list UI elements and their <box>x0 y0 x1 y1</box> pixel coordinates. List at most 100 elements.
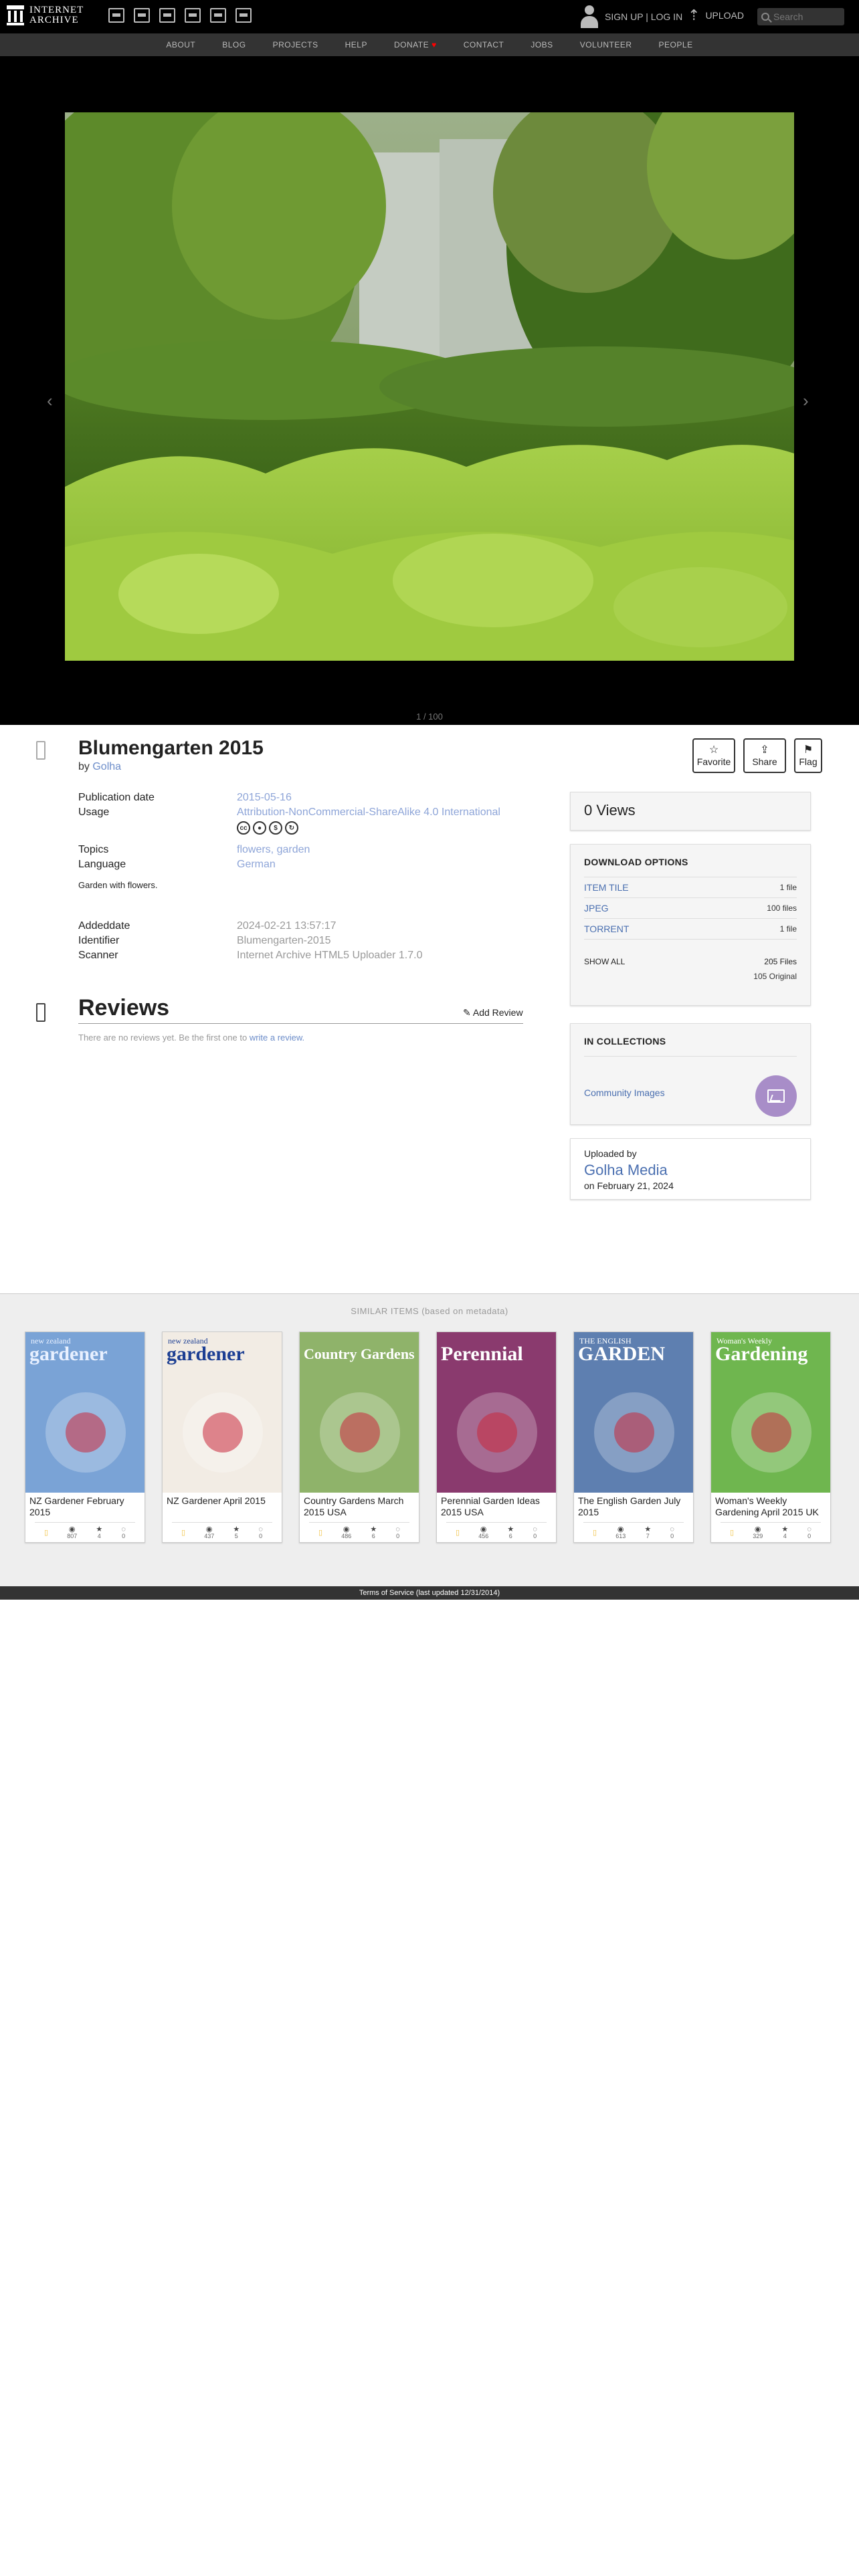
search-icon[interactable] <box>761 13 769 21</box>
magazine-cover[interactable]: new zealand gardener <box>25 1332 145 1493</box>
metadata-key: Language <box>78 859 126 870</box>
cc-nc-icon: $ <box>269 821 282 835</box>
nav-jobs[interactable]: JOBS <box>531 40 553 49</box>
eye-icon: ◉ <box>205 1525 213 1533</box>
magazine-cover[interactable]: new zealand gardener <box>163 1332 282 1493</box>
metadata-value[interactable]: 2015-05-16 <box>237 792 292 804</box>
next-image-button[interactable]: › <box>803 391 809 411</box>
comment-icon: ◌ <box>533 1525 537 1533</box>
cover-masthead: Gardening <box>715 1343 808 1365</box>
user-area[interactable]: SIGN UP | LOG IN <box>579 5 682 28</box>
book-icon: ▯ <box>318 1528 323 1537</box>
nav-people[interactable]: PEOPLE <box>659 40 693 49</box>
nav-about[interactable]: ABOUT <box>166 40 195 49</box>
image-viewer: ‹ › 1 / 100 <box>0 56 859 725</box>
metadata-value[interactable]: German <box>237 859 276 871</box>
metadata-row: Identifier Blumengarten-2015 <box>78 934 422 948</box>
texts-icon[interactable] <box>134 8 150 23</box>
similar-item-card[interactable]: THE ENGLISH GARDEN The English Garden July… <box>573 1331 694 1543</box>
metadata-key: Topics <box>78 844 109 855</box>
terms-link[interactable]: Terms of Service (last updated 12/31/201… <box>359 1589 500 1597</box>
metadata-key: Scanner <box>78 950 118 961</box>
nav-blog[interactable]: BLOG <box>222 40 246 49</box>
web-icon[interactable] <box>108 8 124 23</box>
eye-icon: ◉ <box>343 1525 350 1533</box>
flag-button[interactable]: ⚑ Flag <box>794 738 822 773</box>
signup-login-link[interactable]: SIGN UP | LOG IN <box>605 11 682 22</box>
search-input[interactable] <box>773 11 840 22</box>
favorite-button[interactable]: ☆ Favorite <box>692 738 735 773</box>
software-icon[interactable] <box>210 8 226 23</box>
logo-text: INTERNET ARCHIVE <box>29 5 84 25</box>
upload-button[interactable]: ⇡ UPLOAD <box>688 8 744 23</box>
card-stats: ▯ ◉ 456 ★ 6 ◌ 0 <box>446 1522 547 1542</box>
book-icon: ▯ <box>181 1528 186 1537</box>
collections-title: IN COLLECTIONS <box>584 1036 797 1057</box>
show-all-link[interactable]: SHOW ALL <box>584 957 625 966</box>
download-link[interactable]: JPEG <box>584 903 609 914</box>
media-type: ▯ <box>181 1529 185 1536</box>
uploader-link[interactable]: Golha Media <box>584 1162 797 1179</box>
cover-art-accent <box>66 1412 106 1453</box>
prev-image-button[interactable]: ‹ <box>47 391 53 411</box>
metadata-key: Usage <box>78 807 110 818</box>
item-description: Garden with flowers. <box>78 880 158 890</box>
metadata-row: Language German <box>78 857 513 872</box>
card-stats: ▯ ◉ 329 ★ 4 ◌ 0 <box>721 1522 821 1542</box>
similar-item-title[interactable]: Country Gardens March 2015 USA <box>300 1493 419 1522</box>
images-icon[interactable] <box>235 8 252 23</box>
collection-link[interactable]: Community Images <box>584 1087 665 1098</box>
similar-item-title[interactable]: Woman's Weekly Gardening April 2015 UK <box>711 1493 830 1522</box>
write-review-link[interactable]: write a review. <box>250 1033 304 1043</box>
metadata-extra: Addeddate 2024-02-21 13:57:17 Identifier Bl… <box>78 919 422 963</box>
similar-item-title[interactable]: NZ Gardener February 2015 <box>25 1493 145 1522</box>
magazine-cover[interactable]: Woman's Weekly Gardening <box>711 1332 830 1493</box>
item-actions: ☆ Favorite ⇪ Share ⚑ Flag <box>692 738 822 773</box>
star-icon: ★ <box>644 1525 652 1533</box>
magazine-cover[interactable]: THE ENGLISH GARDEN <box>574 1332 693 1493</box>
share-button[interactable]: ⇪ Share <box>743 738 786 773</box>
eye-icon: ◉ <box>480 1525 487 1533</box>
media-type-icons <box>108 8 252 23</box>
similar-item-title[interactable]: NZ Gardener April 2015 <box>163 1493 282 1522</box>
download-link[interactable]: TORRENT <box>584 924 629 934</box>
similar-item-card[interactable]: Woman's Weekly Gardening Woman's Weekly Ga… <box>710 1331 831 1543</box>
nav-projects[interactable]: PROJECTS <box>273 40 318 49</box>
stat-views: ◉ 807 <box>67 1525 78 1539</box>
download-link[interactable]: ITEM TILE <box>584 882 629 893</box>
nav-contact[interactable]: CONTACT <box>464 40 504 49</box>
download-options-title: DOWNLOAD OPTIONS <box>584 857 797 877</box>
similar-item-card[interactable]: new zealand gardener NZ Gardener April 201… <box>162 1331 282 1543</box>
creator-link[interactable]: Golha <box>92 761 121 772</box>
card-stats: ▯ ◉ 437 ★ 5 ◌ 0 <box>172 1522 272 1542</box>
similar-items: SIMILAR ITEMS (based on metadata) new ze… <box>0 1293 859 1586</box>
media-type: ▯ <box>730 1529 734 1536</box>
logo[interactable]: INTERNET ARCHIVE <box>7 5 84 25</box>
stat-reviews: ◌ 0 <box>395 1525 400 1539</box>
metadata-value[interactable]: Attribution-NonCommercial-ShareAlike 4.0… <box>237 807 500 819</box>
license-badges[interactable]: cc ● $ ↻ <box>237 820 513 836</box>
share-icon: ⇪ <box>760 744 769 756</box>
book-icon: ▯ <box>44 1528 49 1537</box>
media-type: ▯ <box>44 1529 48 1536</box>
similar-item-title[interactable]: The English Garden July 2015 <box>574 1493 693 1522</box>
video-icon[interactable] <box>159 8 175 23</box>
similar-item-card[interactable]: Perennial Perennial Garden Ideas 2015 USA… <box>436 1331 557 1543</box>
nav-volunteer[interactable]: VOLUNTEER <box>580 40 632 49</box>
similar-item-title[interactable]: Perennial Garden Ideas 2015 USA <box>437 1493 556 1522</box>
nav-help[interactable]: HELP <box>345 40 367 49</box>
garden-photo-image <box>65 112 794 661</box>
in-collections: IN COLLECTIONS Community Images <box>570 1023 811 1125</box>
nav-donate[interactable]: DONATE ♥ <box>394 40 437 49</box>
metadata-row: Topics flowers, garden <box>78 843 513 857</box>
similar-item-card[interactable]: new zealand gardener NZ Gardener February … <box>25 1331 145 1543</box>
similar-item-card[interactable]: Country Gardens Country Gardens March 201… <box>299 1331 419 1543</box>
star-icon: ★ <box>781 1525 789 1533</box>
collection-image-icon[interactable] <box>755 1075 797 1117</box>
magazine-cover[interactable]: Perennial <box>437 1332 556 1493</box>
metadata-value[interactable]: flowers, garden <box>237 844 310 856</box>
audio-icon[interactable] <box>185 8 201 23</box>
magazine-cover[interactable]: Country Gardens <box>300 1332 419 1493</box>
add-review-button[interactable]: ✎ Add Review <box>463 1007 523 1018</box>
garden-photo[interactable] <box>65 112 794 661</box>
